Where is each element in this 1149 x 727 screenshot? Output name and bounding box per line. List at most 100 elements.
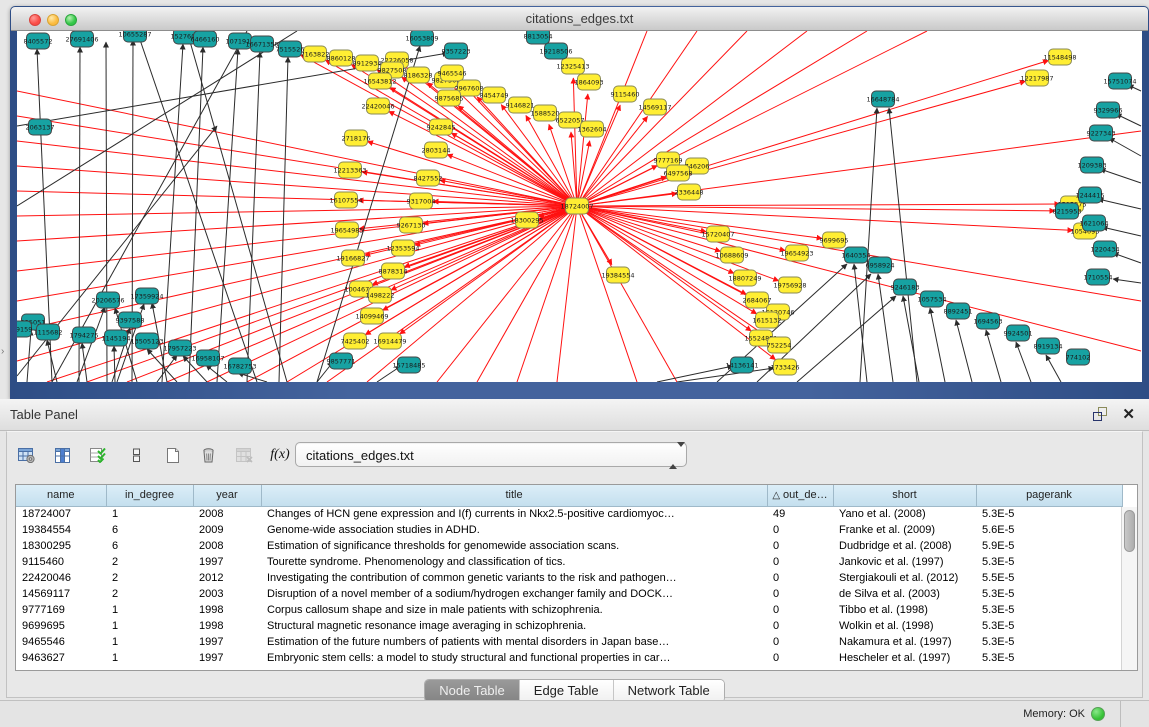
float-panel-icon[interactable] bbox=[1093, 407, 1109, 421]
network-node[interactable]: 16053809 bbox=[405, 31, 438, 46]
network-node[interactable]: 9246183 bbox=[891, 279, 920, 295]
network-node[interactable]: 8427552 bbox=[414, 170, 443, 186]
network-node[interactable]: 8919134 bbox=[1034, 338, 1063, 354]
network-node[interactable]: 9329966 bbox=[1094, 102, 1123, 118]
window-titlebar[interactable]: citations_edges.txt bbox=[11, 7, 1148, 31]
network-node[interactable]: 16107554 bbox=[329, 192, 362, 208]
network-node[interactable]: 9242845 bbox=[427, 119, 456, 135]
network-node[interactable]: 7515526 bbox=[276, 41, 305, 57]
select-all-icon[interactable] bbox=[87, 444, 109, 466]
network-node[interactable]: 14569117 bbox=[638, 99, 671, 115]
network-node[interactable]: 8813054 bbox=[524, 31, 553, 44]
network-node[interactable]: 9465546 bbox=[438, 65, 467, 81]
table-row[interactable]: 946554611997Estimation of the future num… bbox=[16, 634, 1122, 650]
network-node[interactable]: 19654985 bbox=[330, 222, 363, 238]
network-node[interactable]: 6497568 bbox=[664, 165, 693, 181]
network-node[interactable]: 19654923 bbox=[780, 245, 813, 261]
network-node[interactable]: 2803144 bbox=[422, 142, 451, 158]
network-node[interactable]: 2718176 bbox=[342, 130, 371, 146]
network-node[interactable]: 1710554 bbox=[1084, 269, 1113, 285]
network-node[interactable]: 8892451 bbox=[944, 303, 973, 319]
network-node[interactable]: 19218506 bbox=[539, 43, 572, 59]
network-node[interactable]: 9267130 bbox=[397, 217, 426, 233]
network-node[interactable]: 8878314 bbox=[379, 263, 408, 279]
network-canvas[interactable]: 1872400771638228860128891293422226058982… bbox=[17, 31, 1142, 382]
network-node[interactable]: 2336448 bbox=[675, 184, 704, 200]
network-node[interactable]: 1498222 bbox=[366, 287, 395, 303]
network-node[interactable]: 1145194 bbox=[102, 330, 131, 346]
network-node[interactable]: 20206576 bbox=[91, 292, 124, 308]
network-node[interactable]: 1362604 bbox=[578, 121, 607, 137]
network-node[interactable]: 8454749 bbox=[480, 87, 509, 103]
network-node[interactable]: 7425402 bbox=[341, 333, 370, 349]
network-node[interactable]: 9857771 bbox=[327, 353, 356, 369]
network-node[interactable]: 19756928 bbox=[773, 277, 806, 293]
table-row[interactable]: 1938455462009Genome-wide association stu… bbox=[16, 522, 1122, 538]
network-node[interactable]: 1733426 bbox=[771, 359, 800, 375]
network-node[interactable]: 27691406 bbox=[65, 31, 98, 47]
network-node[interactable]: 9115460 bbox=[611, 86, 640, 102]
network-node[interactable]: 1864093 bbox=[575, 74, 604, 90]
network-node[interactable]: 9227343 bbox=[1087, 125, 1116, 141]
close-panel-icon[interactable]: ✕ bbox=[1122, 405, 1135, 423]
network-node[interactable]: 939159 bbox=[17, 321, 32, 337]
table-settings-icon[interactable] bbox=[15, 444, 37, 466]
network-node[interactable]: 752254 bbox=[767, 337, 792, 353]
network-node[interactable]: 1115682 bbox=[34, 324, 63, 340]
network-node[interactable]: 9317004 bbox=[407, 193, 436, 209]
table-row[interactable]: 946362711997Embryonic stem cells: a mode… bbox=[16, 650, 1122, 666]
column-header-name[interactable]: name bbox=[16, 485, 106, 506]
function-builder-icon[interactable]: f(x) bbox=[269, 444, 291, 466]
row-selector-icon[interactable] bbox=[125, 444, 147, 466]
network-node[interactable]: 9357223 bbox=[442, 43, 471, 59]
network-node[interactable]: 1615132 bbox=[753, 312, 782, 328]
network-node[interactable]: 8405572 bbox=[24, 33, 53, 49]
network-node[interactable]: 9699695 bbox=[820, 232, 849, 248]
network-node[interactable]: 1694563 bbox=[974, 313, 1003, 329]
network-node[interactable]: 9875685 bbox=[435, 90, 464, 106]
network-node[interactable]: 10688609 bbox=[715, 247, 748, 263]
network-node[interactable]: 16648784 bbox=[866, 91, 899, 107]
network-node[interactable]: 8186328 bbox=[404, 67, 433, 83]
column-header-out_de[interactable]: △out_de… bbox=[767, 485, 833, 506]
table-row[interactable]: 2242004622012Investigating the contribut… bbox=[16, 570, 1122, 586]
new-file-icon[interactable] bbox=[161, 444, 183, 466]
network-node[interactable]: 6958924 bbox=[866, 257, 895, 273]
network-node[interactable]: 11548498 bbox=[1043, 49, 1076, 65]
citation-network-graph[interactable]: 1872400771638228860128891293422226058982… bbox=[17, 31, 1142, 382]
network-node[interactable]: 8215953 bbox=[1053, 203, 1082, 219]
delete-table-icon[interactable] bbox=[233, 444, 255, 466]
tab-edge-table[interactable]: Edge Table bbox=[519, 680, 613, 702]
network-node[interactable]: 19166827 bbox=[336, 250, 369, 266]
network-node[interactable]: 1244415 bbox=[1076, 187, 1105, 203]
network-node[interactable]: 8860128 bbox=[327, 50, 356, 66]
column-header-pagerank[interactable]: pagerank bbox=[976, 485, 1122, 506]
network-node[interactable]: 1794275 bbox=[70, 327, 99, 343]
table-row[interactable]: 969969511998Structural magnetic resonanc… bbox=[16, 618, 1122, 634]
network-node[interactable]: 15718485 bbox=[392, 357, 425, 373]
panel-collapse-arrow[interactable]: › bbox=[1, 346, 4, 357]
table-row[interactable]: 1456911722003Disruption of a novel membe… bbox=[16, 586, 1122, 602]
network-node[interactable]: 7163822 bbox=[301, 46, 330, 62]
network-node[interactable]: 774102 bbox=[1066, 349, 1091, 365]
table-vertical-scrollbar[interactable] bbox=[1121, 507, 1137, 670]
column-header-year[interactable]: year bbox=[193, 485, 261, 506]
network-node[interactable]: 9397588 bbox=[116, 312, 145, 328]
network-node[interactable]: 6466160 bbox=[191, 31, 220, 47]
network-node[interactable]: 1220434 bbox=[1091, 241, 1120, 257]
tab-network-table[interactable]: Network Table bbox=[613, 680, 724, 702]
network-node[interactable]: 19384554 bbox=[601, 267, 634, 283]
network-node[interactable]: 1057534 bbox=[918, 291, 947, 307]
delete-icon[interactable] bbox=[197, 444, 219, 466]
network-node[interactable]: 16914479 bbox=[373, 333, 406, 349]
network-node[interactable]: 1209383 bbox=[1078, 157, 1107, 173]
memory-status-indicator[interactable] bbox=[1091, 707, 1105, 721]
tab-node-table[interactable]: Node Table bbox=[425, 680, 519, 702]
column-header-in_degree[interactable]: in_degree bbox=[106, 485, 193, 506]
column-header-short[interactable]: short bbox=[833, 485, 976, 506]
network-node[interactable]: 1621064 bbox=[1080, 215, 1109, 231]
network-node[interactable]: 9924501 bbox=[1004, 325, 1033, 341]
show-column-icon[interactable] bbox=[51, 444, 73, 466]
table-row[interactable]: 1830029562008Estimation of significance … bbox=[16, 538, 1122, 554]
network-node[interactable]: 12213363 bbox=[333, 162, 366, 178]
